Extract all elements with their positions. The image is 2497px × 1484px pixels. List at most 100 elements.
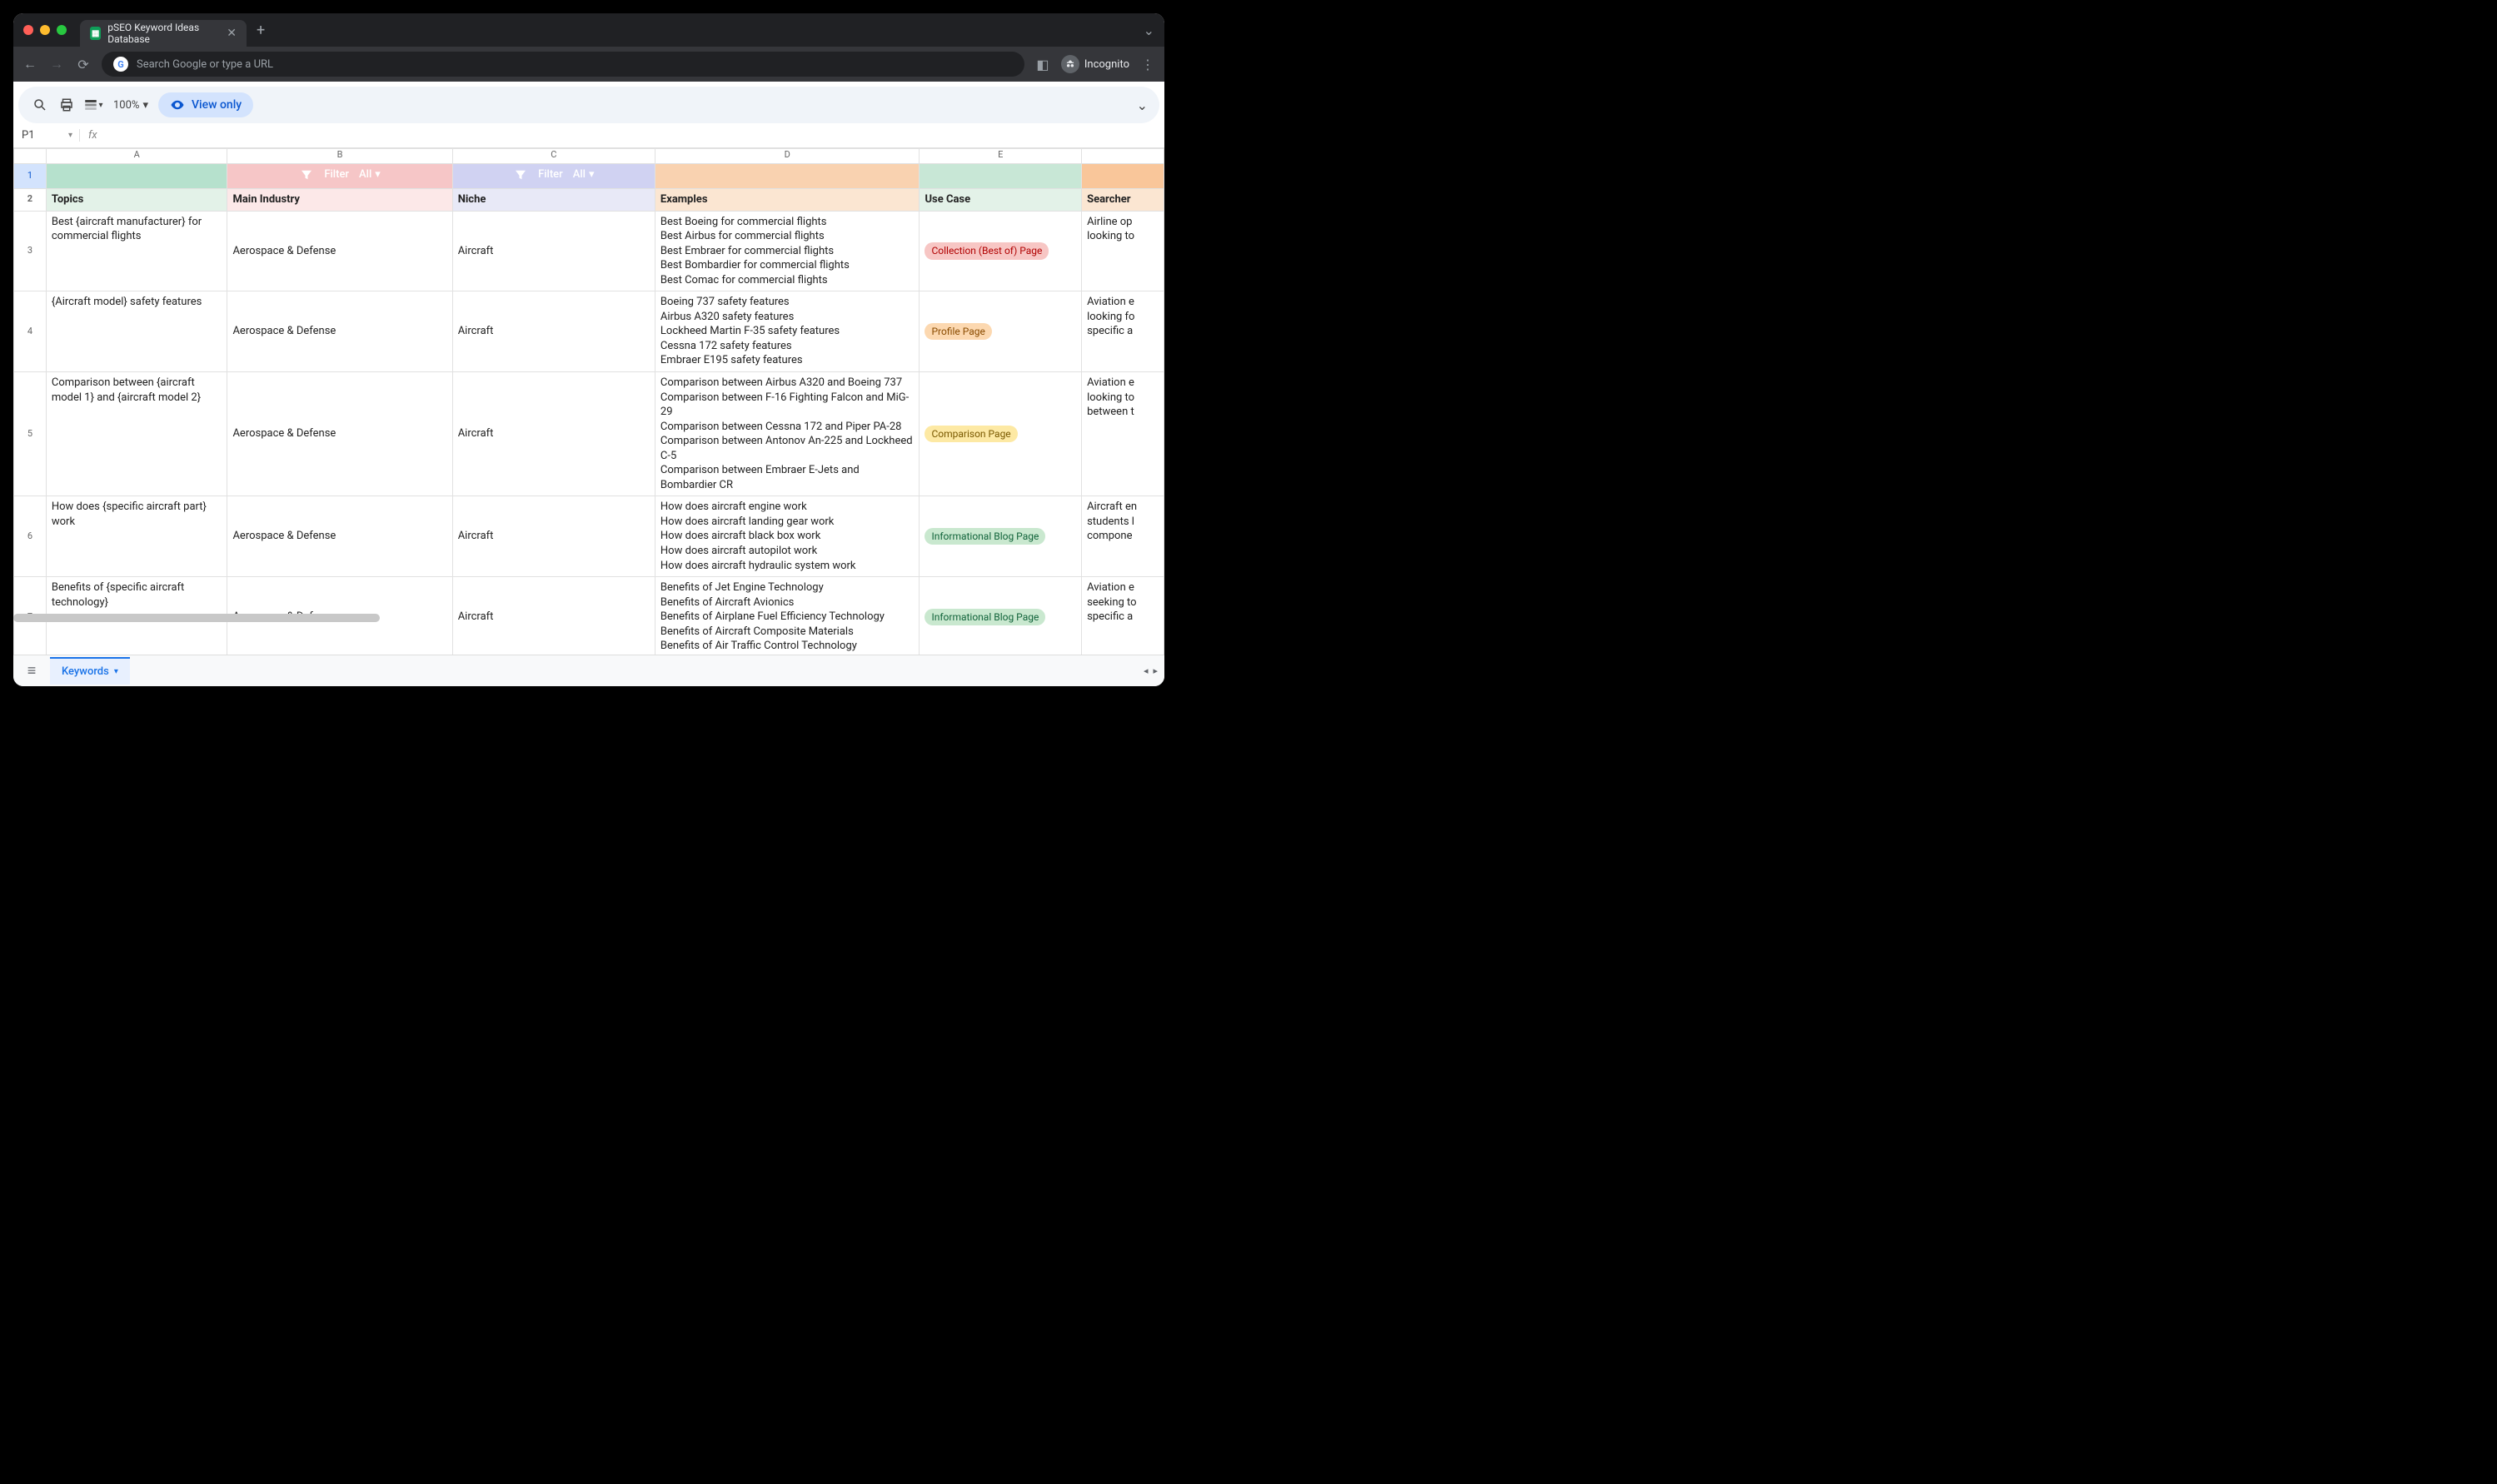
fx-icon: fx <box>88 129 97 142</box>
filter-views-icon[interactable]: ▾ <box>83 95 103 115</box>
browser-tab[interactable]: ▦ pSEO Keyword Ideas Database ✕ <box>80 20 247 47</box>
cell-examples[interactable]: Benefits of Jet Engine TechnologyBenefit… <box>655 577 920 655</box>
row-number[interactable]: 1 <box>14 164 47 189</box>
chevron-down-icon: ▾ <box>142 99 148 112</box>
cell-niche[interactable]: Aircraft <box>452 372 655 496</box>
cell-searcher[interactable]: Airline oplooking to <box>1082 211 1164 291</box>
header-use-case[interactable]: Use Case <box>920 189 1082 212</box>
cell-topic[interactable]: Comparison between {aircraft model 1} an… <box>46 372 227 496</box>
cell-examples[interactable]: Best Boeing for commercial flightsBest A… <box>655 211 920 291</box>
cell-niche[interactable]: Aircraft <box>452 577 655 655</box>
cell-examples[interactable]: Boeing 737 safety featuresAirbus A320 sa… <box>655 291 920 372</box>
row-number[interactable]: 2 <box>14 189 47 212</box>
sheet-grid[interactable]: A B C D E 1 Filter All▾ <box>13 148 1164 655</box>
cell-use-case[interactable]: Collection (Best of) Page <box>920 211 1082 291</box>
sheet-tab-bar: ≡ Keywords ▾ ◂▸ <box>13 655 1164 686</box>
cell-topic[interactable]: {Aircraft model} safety features <box>46 291 227 372</box>
tab-list-chevron-icon[interactable]: ⌄ <box>1144 22 1154 38</box>
zoom-select[interactable]: 100% ▾ <box>110 99 152 112</box>
cell-industry[interactable]: Aerospace & Defense <box>227 211 452 291</box>
header-searcher[interactable]: Searcher <box>1082 189 1164 212</box>
header-examples[interactable]: Examples <box>655 189 920 212</box>
col-header[interactable]: B <box>227 149 452 164</box>
view-only-badge[interactable]: View only <box>158 92 253 117</box>
all-sheets-icon[interactable]: ≡ <box>20 662 43 680</box>
col-header[interactable]: A <box>46 149 227 164</box>
cell-searcher[interactable]: Aviation eseeking tospecific a <box>1082 577 1164 655</box>
cell-niche[interactable]: Aircraft <box>452 211 655 291</box>
table-row: 5Comparison between {aircraft model 1} a… <box>14 372 1164 496</box>
cell-searcher[interactable]: Aviation elooking tobetween t <box>1082 372 1164 496</box>
close-tab-icon[interactable]: ✕ <box>227 27 237 40</box>
browser-nav-bar: ← → ⟳ G Search Google or type a URL ◧ In… <box>13 47 1164 82</box>
cell-industry[interactable]: Aerospace & Defense <box>227 291 452 372</box>
cell-topic[interactable]: How does {specific aircraft part} work <box>46 496 227 577</box>
row-number[interactable]: 3 <box>14 211 47 291</box>
back-icon[interactable]: ← <box>22 56 38 72</box>
row-2: 2 Topics Main Industry Niche Examples Us… <box>14 189 1164 212</box>
chevron-down-icon: ▾ <box>114 667 118 676</box>
window-minimize[interactable] <box>40 25 50 35</box>
cell-use-case[interactable]: Informational Blog Page <box>920 577 1082 655</box>
filter-icon <box>513 167 528 182</box>
cell-use-case[interactable]: Profile Page <box>920 291 1082 372</box>
incognito-label: Incognito <box>1084 58 1129 71</box>
header-main-industry[interactable]: Main Industry <box>227 189 452 212</box>
forward-icon[interactable]: → <box>48 56 65 72</box>
cell-searcher[interactable]: Aircraft enstudents lcompone <box>1082 496 1164 577</box>
chevron-down-icon: ▾ <box>589 167 595 182</box>
toolbar-expand-icon[interactable]: ⌄ <box>1137 97 1148 113</box>
formula-bar: P1 ▾ fx <box>13 123 1164 148</box>
new-tab-button[interactable]: + <box>257 22 265 39</box>
browser-menu-icon[interactable]: ⋮ <box>1139 57 1156 72</box>
cell[interactable] <box>655 164 920 189</box>
filter-cell-niche[interactable]: Filter All▾ <box>452 164 655 189</box>
table-row: 6How does {specific aircraft part} workA… <box>14 496 1164 577</box>
table-row: 3Best {aircraft manufacturer} for commer… <box>14 211 1164 291</box>
col-header[interactable]: D <box>655 149 920 164</box>
incognito-icon <box>1061 55 1079 73</box>
cell-examples[interactable]: Comparison between Airbus A320 and Boein… <box>655 372 920 496</box>
filter-all-label: All <box>573 167 586 182</box>
cell-use-case[interactable]: Comparison Page <box>920 372 1082 496</box>
panel-icon[interactable]: ◧ <box>1034 57 1051 72</box>
cell-niche[interactable]: Aircraft <box>452 496 655 577</box>
sheets-toolbar: ▾ 100% ▾ View only ⌄ <box>18 87 1159 123</box>
name-box[interactable]: P1 ▾ <box>22 129 80 142</box>
filter-cell-industry[interactable]: Filter All▾ <box>227 164 452 189</box>
horizontal-scrollbar-thumb[interactable] <box>13 614 380 622</box>
select-all-corner[interactable] <box>14 149 47 164</box>
cell-use-case[interactable]: Informational Blog Page <box>920 496 1082 577</box>
cell[interactable] <box>1082 164 1164 189</box>
col-header[interactable]: C <box>452 149 655 164</box>
header-niche[interactable]: Niche <box>452 189 655 212</box>
column-header-row: A B C D E <box>14 149 1164 164</box>
row-number[interactable]: 5 <box>14 372 47 496</box>
header-topics[interactable]: Topics <box>46 189 227 212</box>
sheet-tab-keywords[interactable]: Keywords ▾ <box>50 657 130 685</box>
row-number[interactable]: 6 <box>14 496 47 577</box>
search-icon[interactable] <box>30 95 50 115</box>
cell-industry[interactable]: Aerospace & Defense <box>227 372 452 496</box>
tab-scroll-controls[interactable]: ◂▸ <box>1144 665 1158 676</box>
cell-niche[interactable]: Aircraft <box>452 291 655 372</box>
cell-topic[interactable]: Best {aircraft manufacturer} for commerc… <box>46 211 227 291</box>
sheets-favicon: ▦ <box>90 27 101 40</box>
cell-examples[interactable]: How does aircraft engine workHow does ai… <box>655 496 920 577</box>
cell[interactable] <box>46 164 227 189</box>
cell-ref-value: P1 <box>22 129 35 142</box>
col-header[interactable]: E <box>920 149 1082 164</box>
cell-industry[interactable]: Aerospace & Defense <box>227 496 452 577</box>
omnibox[interactable]: G Search Google or type a URL <box>102 52 1024 77</box>
filter-icon <box>299 167 314 182</box>
row-number[interactable]: 4 <box>14 291 47 372</box>
reload-icon[interactable]: ⟳ <box>75 57 92 72</box>
window-close[interactable] <box>23 25 33 35</box>
cell[interactable] <box>920 164 1082 189</box>
incognito-badge[interactable]: Incognito <box>1061 55 1129 73</box>
window-zoom[interactable] <box>57 25 67 35</box>
filter-label: Filter <box>538 167 563 182</box>
cell-searcher[interactable]: Aviation elooking fospecific a <box>1082 291 1164 372</box>
print-icon[interactable] <box>57 95 77 115</box>
col-header[interactable] <box>1082 149 1164 164</box>
